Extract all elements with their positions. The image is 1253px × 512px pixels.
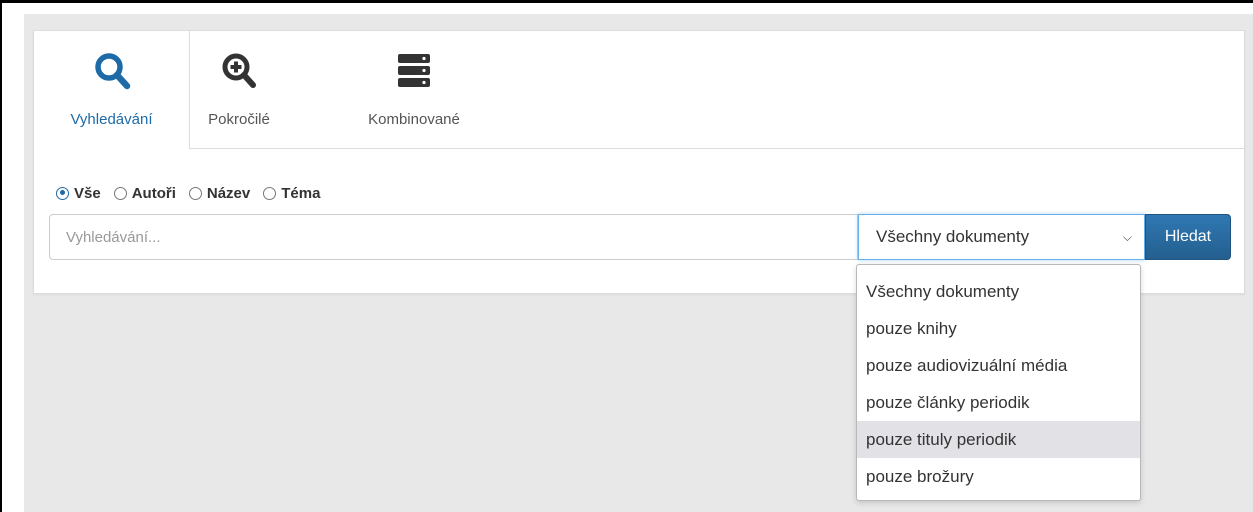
zoom-in-icon <box>219 51 259 91</box>
window-top-border <box>0 0 1253 3</box>
dropdown-option-brochures[interactable]: pouze brožury <box>857 458 1140 495</box>
radio-indicator <box>263 186 277 200</box>
search-input[interactable] <box>49 214 858 260</box>
radio-indicator <box>188 186 202 200</box>
radio-indicator <box>56 186 69 200</box>
tab-label: Kombinované <box>368 111 460 128</box>
radio-label: Název <box>206 184 251 202</box>
tab-basic-search[interactable]: Vyhledávání <box>34 31 190 149</box>
search-tabs: Vyhledávání Pokročilé Kombinované <box>34 31 1244 149</box>
document-type-dropdown: Všechny dokumenty pouze knihy pouze audi… <box>856 264 1141 501</box>
radio-label: Téma <box>281 184 321 202</box>
select-value: Všechny dokumenty <box>876 227 1030 246</box>
window-left-border <box>0 0 2 512</box>
radio-label: Autoři <box>131 184 176 202</box>
tab-combined-search[interactable]: Kombinované <box>334 31 494 148</box>
radio-title[interactable]: Název <box>188 184 251 202</box>
search-icon <box>92 51 132 91</box>
radio-subject[interactable]: Téma <box>263 185 320 202</box>
tab-label: Pokročilé <box>208 111 270 128</box>
radio-authors[interactable]: Autoři <box>113 184 176 202</box>
dropdown-option-all-documents[interactable]: Všechny dokumenty <box>857 273 1140 310</box>
dropdown-option-articles[interactable]: pouze články periodik <box>857 384 1140 421</box>
dropdown-option-books[interactable]: pouze knihy <box>857 310 1140 347</box>
chevron-down-icon: ⌵ <box>1122 230 1132 244</box>
server-icon <box>396 51 432 91</box>
search-panel: Vyhledávání Pokročilé Kombinované Vše Au… <box>33 30 1245 294</box>
tab-advanced-search[interactable]: Pokročilé <box>194 31 284 148</box>
dropdown-option-periodical-titles[interactable]: pouze tituly periodik <box>857 421 1140 458</box>
radio-indicator <box>113 186 127 200</box>
dropdown-option-audiovisual[interactable]: pouze audiovizuální média <box>857 347 1140 384</box>
radio-all[interactable]: Vše <box>56 185 101 202</box>
document-type-select[interactable]: Všechny dokumenty ⌵ <box>858 214 1145 260</box>
tab-label: Vyhledávání <box>70 111 153 128</box>
search-button[interactable]: Hledat <box>1145 214 1231 260</box>
radio-label: Vše <box>74 184 101 202</box>
search-scope-options: Vše Autoři Název Téma <box>56 183 333 203</box>
